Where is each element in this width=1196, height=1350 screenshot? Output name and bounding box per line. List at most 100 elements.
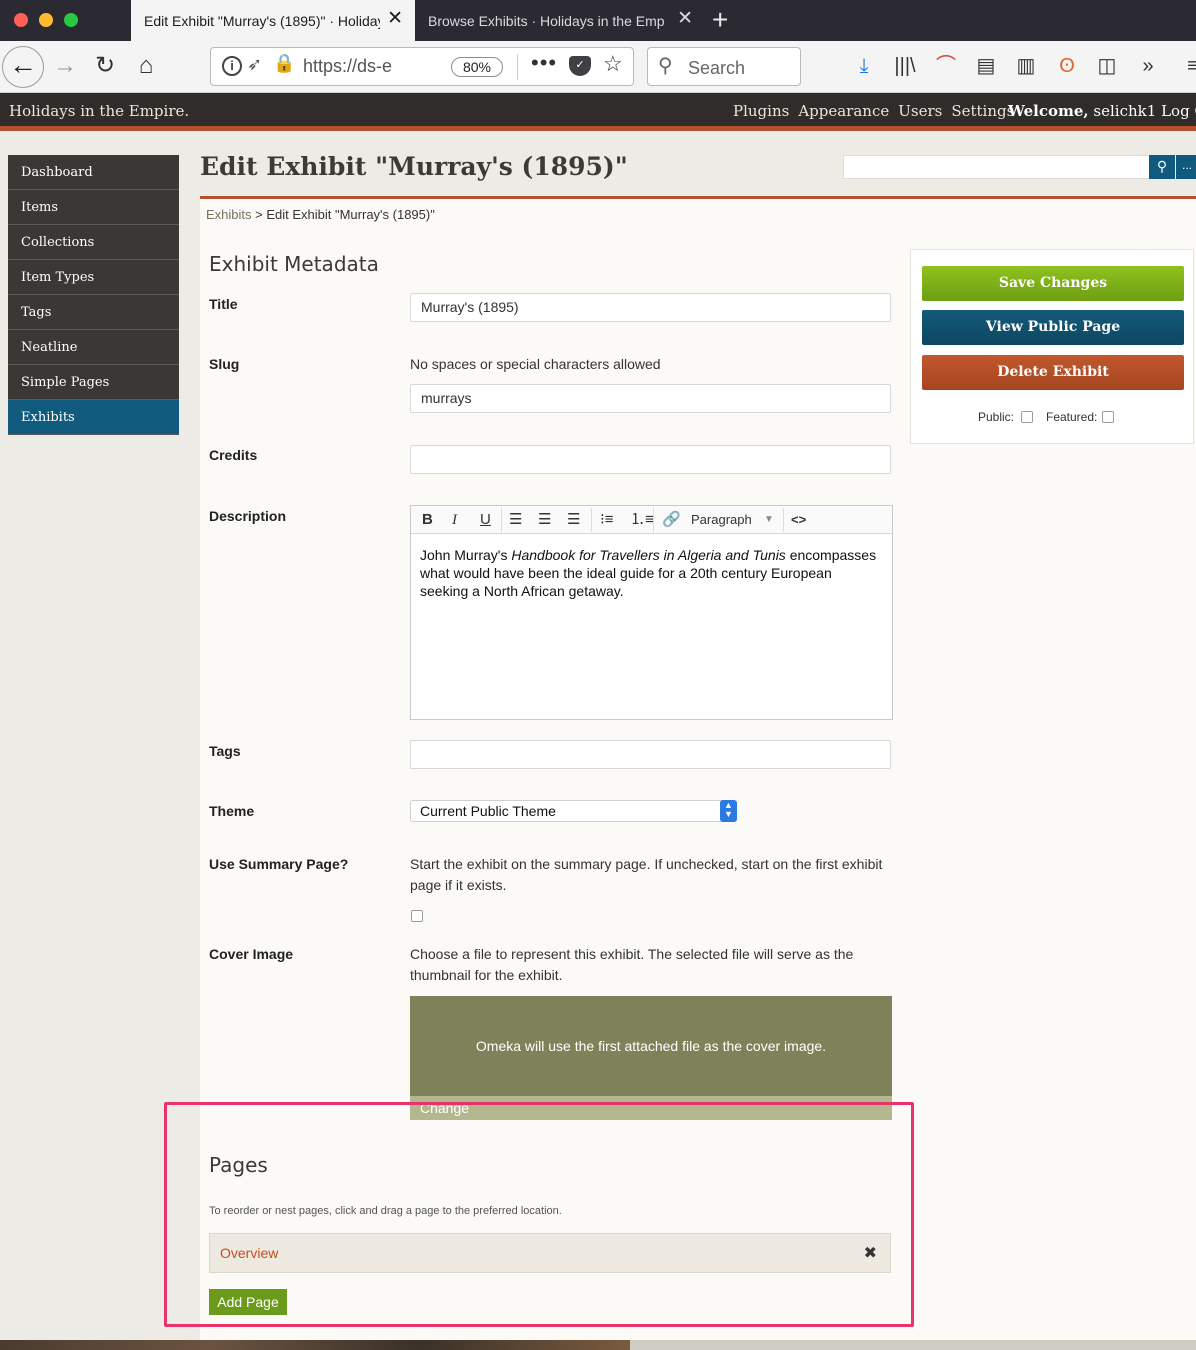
- extension-icon[interactable]: ʘ: [1054, 54, 1080, 78]
- delete-exhibit-button[interactable]: Delete Exhibit: [922, 355, 1184, 390]
- page-title: Edit Exhibit "Murray's (1895)": [200, 152, 628, 181]
- view-public-page-button[interactable]: View Public Page: [922, 310, 1184, 345]
- home-icon[interactable]: ⌂: [131, 51, 161, 81]
- permissions-icon[interactable]: ➶: [247, 54, 262, 75]
- tab-edit-exhibit[interactable]: Edit Exhibit "Murray's (1895)" · Holiday…: [131, 0, 415, 41]
- slug-label: Slug: [209, 356, 240, 372]
- zotero-icon[interactable]: ▥: [1013, 54, 1039, 78]
- nav-settings[interactable]: Settings: [951, 102, 1014, 120]
- url-text[interactable]: https://ds-e: [303, 56, 413, 77]
- link-icon[interactable]: 🔗: [662, 509, 681, 531]
- sidebar-item-tags[interactable]: Tags: [8, 295, 179, 330]
- nav-plugins[interactable]: Plugins: [733, 102, 789, 120]
- download-icon[interactable]: ⤓: [851, 54, 877, 78]
- sidebar-item-neatline[interactable]: Neatline: [8, 330, 179, 365]
- sidebar-item-item-types[interactable]: Item Types: [8, 260, 179, 295]
- cover-message: Omeka will use the first attached file a…: [475, 1038, 827, 1054]
- back-button[interactable]: ←: [2, 46, 44, 88]
- browser-search-input[interactable]: ⚲ Search: [647, 47, 801, 86]
- description-prefix: John Murray's: [420, 547, 512, 563]
- window-minimize-button[interactable]: [39, 13, 53, 27]
- featured-label: Featured:: [1046, 410, 1098, 424]
- slug-hint: No spaces or special characters allowed: [410, 356, 661, 372]
- logout-link[interactable]: Log Out: [1161, 102, 1196, 120]
- sidebar-item-dashboard[interactable]: Dashboard: [8, 155, 179, 190]
- window-zoom-button[interactable]: [64, 13, 78, 27]
- divider: [517, 54, 518, 80]
- info-icon[interactable]: i: [222, 56, 242, 76]
- cover-hint: Choose a file to represent this exhibit.…: [410, 946, 854, 983]
- reader-icon[interactable]: ▤: [973, 54, 999, 78]
- italic-button[interactable]: I: [452, 509, 457, 531]
- align-left-icon[interactable]: ☰: [509, 509, 522, 531]
- sidebar-item-simple-pages[interactable]: Simple Pages: [8, 365, 179, 400]
- browser-toolbar: ← → ↻ ⌂ i ➶ 🔒 https://ds-e 80% ••• ✓ ☆ ⚲…: [0, 41, 1196, 93]
- breadcrumb-exhibits-link[interactable]: Exhibits: [206, 207, 252, 222]
- section-title-metadata: Exhibit Metadata: [209, 252, 379, 276]
- pocket-icon[interactable]: ✓: [569, 56, 591, 76]
- format-select[interactable]: Paragraph: [691, 509, 752, 531]
- description-book-title: Handbook for Travellers in Algeria and T…: [511, 547, 786, 563]
- align-right-icon[interactable]: ☰: [567, 509, 580, 531]
- menu-icon[interactable]: ≡: [1180, 54, 1196, 78]
- bookmark-star-icon[interactable]: ☆: [603, 51, 623, 77]
- sidebar-item-collections[interactable]: Collections: [8, 225, 179, 260]
- page-actions-icon[interactable]: •••: [531, 50, 557, 76]
- chevron-down-icon[interactable]: ▼: [764, 509, 774, 531]
- window-close-button[interactable]: [14, 13, 28, 27]
- title-input[interactable]: Murray's (1895): [410, 293, 891, 322]
- address-bar[interactable]: i ➶ 🔒 https://ds-e 80% ••• ✓ ☆: [210, 47, 634, 86]
- site-header: Holidays in the Empire. Plugins Appearan…: [0, 93, 1196, 131]
- library-icon[interactable]: |||\: [892, 54, 918, 78]
- sidebar-item-items[interactable]: Items: [8, 190, 179, 225]
- advanced-search-button[interactable]: ...: [1176, 155, 1196, 179]
- new-tab-button[interactable]: +: [712, 4, 728, 36]
- breadcrumb-current: > Edit Exhibit "Murray's (1895)": [251, 207, 435, 222]
- reload-icon[interactable]: ↻: [90, 51, 120, 81]
- select-arrows-icon: ▲ ▼: [720, 800, 737, 822]
- background-image-strip: [0, 1340, 630, 1350]
- search-button[interactable]: ⚲: [1149, 155, 1175, 179]
- summary-label: Use Summary Page?: [209, 856, 349, 872]
- admin-sidebar: Dashboard Items Collections Item Types T…: [8, 155, 179, 435]
- zoom-indicator[interactable]: 80%: [451, 57, 503, 77]
- description-content[interactable]: John Murray's Handbook for Travellers in…: [411, 534, 892, 612]
- username-link[interactable]: selichk1: [1093, 102, 1156, 120]
- extension-rainbow-icon[interactable]: ⌒: [933, 54, 959, 78]
- divider: [591, 508, 592, 532]
- close-icon[interactable]: ✕: [387, 9, 403, 29]
- overflow-chevron-icon[interactable]: »: [1135, 54, 1161, 78]
- cover-label: Cover Image: [209, 946, 294, 962]
- featured-checkbox[interactable]: [1102, 411, 1114, 423]
- description-editor[interactable]: B I U ☰ ☰ ☰ ⁝≡ ⒈≡ 🔗 Paragraph ▼ <> John …: [410, 505, 893, 720]
- theme-select[interactable]: Current Public Theme ▲ ▼: [410, 800, 737, 822]
- site-title[interactable]: Holidays in the Empire.: [9, 102, 189, 120]
- numbered-list-icon[interactable]: ⒈≡: [630, 509, 654, 531]
- source-code-button[interactable]: <>: [791, 509, 806, 531]
- insecure-lock-icon[interactable]: 🔒: [273, 53, 295, 74]
- sidebar-toggle-icon[interactable]: ◫: [1094, 54, 1120, 78]
- bold-button[interactable]: B: [422, 509, 433, 531]
- sidebar-item-exhibits[interactable]: Exhibits: [8, 400, 179, 435]
- admin-search-input[interactable]: [843, 155, 1150, 179]
- align-center-icon[interactable]: ☰: [538, 509, 551, 531]
- browser-tab-bar: Edit Exhibit "Murray's (1895)" · Holiday…: [0, 0, 1196, 41]
- nav-users[interactable]: Users: [898, 102, 942, 120]
- description-label: Description: [209, 508, 287, 524]
- summary-hint: Start the exhibit on the summary page. I…: [410, 856, 883, 893]
- slug-input[interactable]: murrays: [410, 384, 891, 413]
- credits-input[interactable]: [410, 445, 891, 474]
- bullet-list-icon[interactable]: ⁝≡: [600, 509, 614, 531]
- underline-button[interactable]: U: [480, 509, 491, 531]
- tab-browse-exhibits[interactable]: Browse Exhibits · Holidays in the Empire…: [415, 0, 705, 41]
- public-checkbox[interactable]: [1021, 411, 1033, 423]
- forward-icon[interactable]: →: [50, 51, 80, 81]
- tab-title: Browse Exhibits · Holidays in the Empire: [428, 12, 664, 29]
- background-strip: [630, 1340, 1196, 1350]
- divider: [653, 508, 654, 532]
- tags-input[interactable]: [410, 740, 891, 769]
- nav-appearance[interactable]: Appearance: [798, 102, 889, 120]
- close-icon[interactable]: ✕: [677, 9, 693, 29]
- save-changes-button[interactable]: Save Changes: [922, 266, 1184, 301]
- summary-checkbox[interactable]: [411, 910, 423, 922]
